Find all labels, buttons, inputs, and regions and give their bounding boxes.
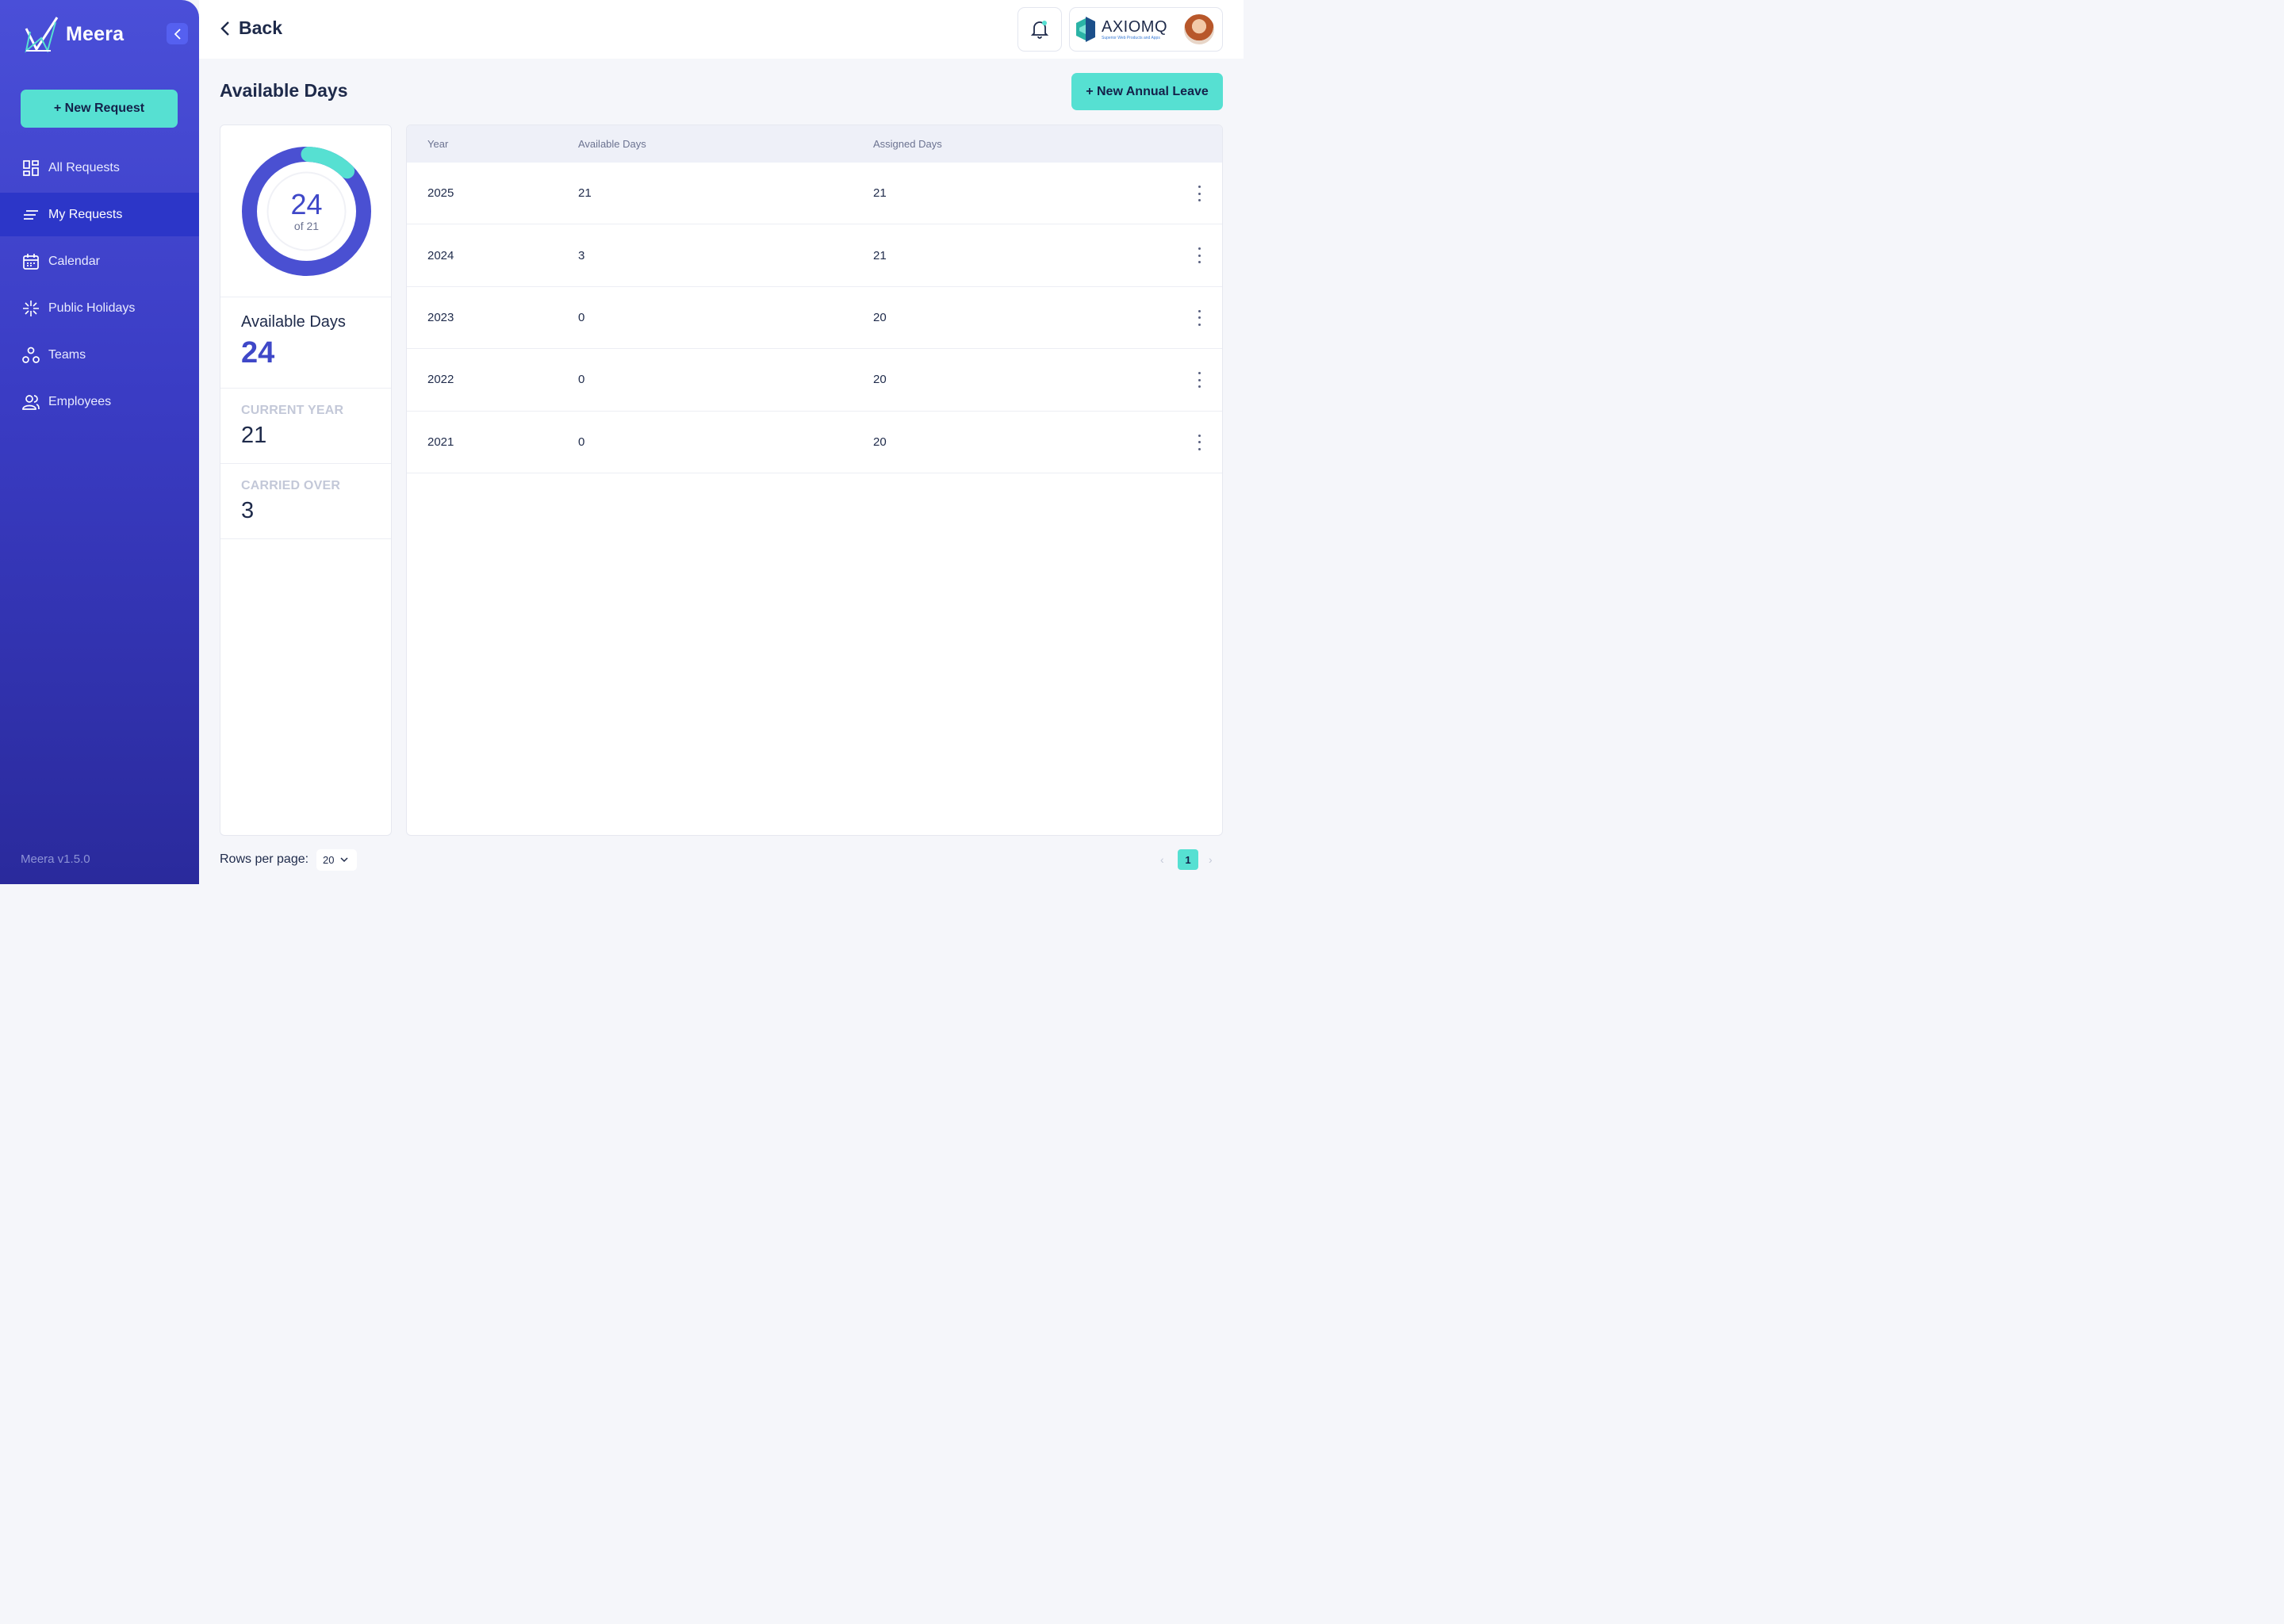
sidebar-item-label: All Requests — [48, 160, 120, 174]
app-version: Meera v1.5.0 — [21, 852, 90, 866]
current-year-value: 21 — [241, 423, 267, 448]
carried-over-value: 3 — [241, 498, 255, 523]
sidebar-item-label: My Requests — [48, 207, 123, 221]
row-actions-menu-icon[interactable] — [1197, 309, 1201, 326]
row-actions-menu-icon[interactable] — [1197, 247, 1201, 264]
topbar: Back AXIOMQ Superior Web Products and Ap… — [199, 0, 1244, 59]
company-tagline: Superior Web Products and Apps — [1102, 35, 1160, 40]
cell-assigned-days: 20 — [873, 435, 887, 449]
calendar-icon — [23, 253, 39, 270]
cell-year: 2023 — [427, 310, 454, 324]
row-actions-menu-icon[interactable] — [1197, 372, 1201, 389]
cell-assigned-days: 20 — [873, 310, 887, 324]
avatar[interactable] — [1182, 13, 1216, 46]
chevron-left-icon — [220, 21, 229, 36]
brand[interactable]: Meera — [24, 14, 124, 54]
sidebar-item-label: Calendar — [48, 254, 100, 268]
sidebar: Meera + New Request All Requests My Requ… — [0, 0, 199, 884]
rows-per-page-label: Rows per page: — [220, 852, 309, 866]
sidebar-item-teams[interactable]: Teams — [0, 333, 199, 377]
table-header: Year Available Days Assigned Days — [407, 125, 1222, 163]
donut-value: 24 — [290, 188, 323, 220]
cell-year: 2021 — [427, 435, 454, 449]
collapse-sidebar-button[interactable] — [167, 23, 188, 44]
sidebar-item-public-holidays[interactable]: Public Holidays — [0, 286, 199, 330]
available-days-value: 24 — [241, 336, 275, 370]
users-icon — [22, 394, 40, 410]
meera-logo-icon — [25, 17, 59, 53]
grid-icon — [23, 159, 39, 176]
company-account-menu[interactable]: AXIOMQ Superior Web Products and Apps — [1069, 7, 1223, 52]
header-available-days[interactable]: Available Days — [578, 138, 873, 150]
table-row[interactable]: 2022 0 20 — [407, 349, 1222, 412]
current-year-block: CURRENT YEAR 21 — [220, 389, 391, 464]
sidebar-item-label: Public Holidays — [48, 301, 136, 315]
sidebar-item-employees[interactable]: Employees — [0, 380, 199, 423]
axiomq-logo-icon — [1076, 17, 1095, 42]
page-title: Available Days — [220, 80, 348, 101]
table-row[interactable]: 2024 3 21 — [407, 224, 1222, 287]
rows-per-page-value: 20 — [323, 854, 335, 866]
row-actions-menu-icon[interactable] — [1197, 186, 1201, 201]
sidebar-item-label: Teams — [48, 347, 86, 362]
sparkle-icon — [23, 300, 39, 316]
bell-icon — [1031, 21, 1048, 39]
cell-year: 2022 — [427, 373, 454, 387]
sidebar-item-calendar[interactable]: Calendar — [0, 239, 199, 283]
cell-available-days: 3 — [578, 248, 585, 262]
donut-of-label: of 21 — [293, 220, 320, 232]
pagination-current-page[interactable]: 1 — [1178, 849, 1198, 870]
sidebar-item-label: Employees — [48, 394, 112, 408]
available-days-table: Year Available Days Assigned Days 2025 2… — [406, 124, 1223, 836]
cell-available-days: 0 — [578, 435, 585, 449]
brand-name: Meera — [66, 22, 125, 45]
rows-per-page-select[interactable]: 20 — [316, 849, 357, 871]
sidebar-item-my-requests[interactable]: My Requests — [0, 193, 199, 236]
donut-center: 24 of 21 — [240, 145, 373, 278]
back-label: Back — [239, 17, 282, 38]
cell-assigned-days: 21 — [873, 186, 887, 201]
cell-available-days: 0 — [578, 373, 585, 387]
new-request-button[interactable]: + New Request — [21, 90, 178, 128]
chevron-left-icon — [174, 28, 181, 40]
available-days-label: Available Days — [241, 313, 346, 331]
notifications-button[interactable] — [1017, 7, 1062, 52]
back-link[interactable]: Back — [220, 17, 282, 39]
sidebar-item-all-requests[interactable]: All Requests — [0, 146, 199, 190]
row-actions-menu-icon[interactable] — [1197, 434, 1201, 450]
cell-assigned-days: 20 — [873, 373, 887, 387]
available-days-summary: 24 of 21 Available Days 24 CURRENT YEAR … — [220, 124, 392, 836]
table-row[interactable]: 2023 0 20 — [407, 287, 1222, 350]
cell-year: 2025 — [427, 186, 454, 201]
header-year[interactable]: Year — [407, 138, 578, 150]
cell-year: 2024 — [427, 248, 454, 262]
pagination-prev-button[interactable]: ‹ — [1160, 853, 1164, 866]
pagination-next-button[interactable]: › — [1209, 853, 1213, 866]
table-row[interactable]: 2025 21 21 — [407, 163, 1222, 225]
cell-available-days: 21 — [578, 186, 592, 201]
carried-over-label: CARRIED OVER — [241, 479, 341, 492]
header-assigned-days[interactable]: Assigned Days — [873, 138, 1143, 150]
current-year-label: CURRENT YEAR — [241, 404, 344, 417]
cell-assigned-days: 21 — [873, 248, 887, 262]
donut-chart: 24 of 21 — [220, 125, 391, 297]
teams-icon — [22, 347, 40, 363]
new-annual-leave-button[interactable]: + New Annual Leave — [1071, 73, 1223, 110]
carried-over-block: CARRIED OVER 3 — [220, 464, 391, 539]
cell-available-days: 0 — [578, 310, 585, 324]
list-icon — [24, 209, 38, 220]
chevron-down-icon — [340, 857, 348, 863]
available-days-block: Available Days 24 — [220, 297, 391, 389]
sidebar-nav: All Requests My Requests Calendar Public… — [0, 146, 199, 427]
table-row[interactable]: 2021 0 20 — [407, 412, 1222, 473]
company-name: AXIOMQ — [1102, 17, 1168, 36]
